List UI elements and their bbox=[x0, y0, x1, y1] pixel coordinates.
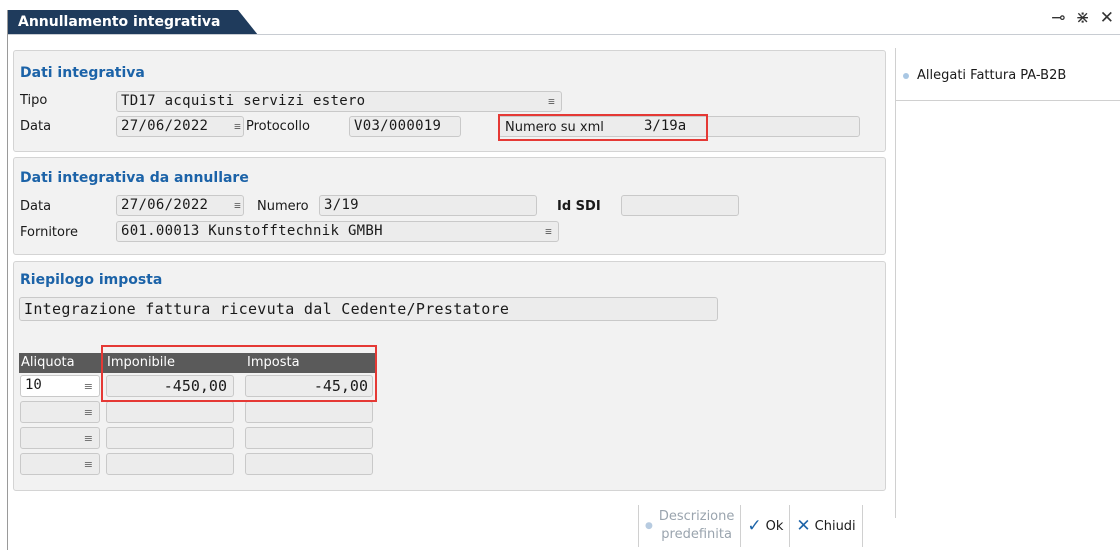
side-divider bbox=[895, 48, 896, 518]
descrizione-text: Descrizione predefinita bbox=[659, 508, 735, 544]
calendar-icon[interactable]: ≡ bbox=[234, 120, 241, 133]
aliquota-cell[interactable]: 10 ≡ bbox=[20, 375, 100, 397]
numero-xml-value: 3/19a bbox=[644, 118, 687, 134]
imponibile-cell[interactable] bbox=[106, 401, 234, 423]
chiudi-label: Chiudi bbox=[814, 518, 856, 534]
fornitore-value: 601.00013 Kunstofftechnik GMBH bbox=[121, 223, 383, 239]
expand-icon[interactable]: ⋇ bbox=[1076, 8, 1090, 28]
fornitore-combo[interactable]: 601.00013 Kunstofftechnik GMBH ≡ bbox=[116, 221, 559, 242]
window-title: Annullamento integrativa bbox=[8, 10, 258, 35]
dropdown-icon[interactable]: ≡ bbox=[84, 432, 93, 445]
idsdi-field[interactable] bbox=[621, 195, 739, 216]
tipo-combo[interactable]: TD17 acquisti servizi estero ≡ bbox=[116, 91, 562, 112]
col-aliquota: Aliquota bbox=[21, 355, 75, 370]
title-divider bbox=[8, 34, 1120, 35]
dati-annullare-title: Dati integrativa da annullare bbox=[20, 170, 249, 186]
ok-label: Ok bbox=[765, 518, 784, 534]
data-field[interactable]: 27/06/2022 ≡ bbox=[116, 116, 244, 137]
dropdown-icon[interactable]: ≡ bbox=[545, 225, 552, 238]
dropdown-icon[interactable]: ≡ bbox=[84, 380, 93, 393]
riepilogo-title: Riepilogo imposta bbox=[20, 272, 163, 288]
chiudi-button[interactable]: ✕ Chiudi bbox=[790, 505, 863, 547]
calendar-icon[interactable]: ≡ bbox=[234, 199, 241, 212]
imposta-cell[interactable] bbox=[245, 427, 373, 449]
check-icon: ✓ bbox=[747, 516, 762, 536]
imposta-cell[interactable] bbox=[245, 453, 373, 475]
close-icon[interactable]: ✕ bbox=[1100, 8, 1114, 28]
data-annullare-label: Data bbox=[20, 199, 52, 214]
window-controls: ⊸ ⋇ ✕ bbox=[1051, 8, 1114, 28]
dot-icon: ● bbox=[645, 521, 653, 531]
dropdown-icon[interactable]: ≡ bbox=[84, 406, 93, 419]
close-icon: ✕ bbox=[796, 516, 811, 536]
dati-integrativa-panel: Dati integrativa Tipo TD17 acquisti serv… bbox=[13, 50, 886, 152]
numero-xml-box[interactable]: Numero su xml 3/19a bbox=[498, 116, 860, 137]
col-imponibile: Imponibile bbox=[107, 355, 176, 370]
numero-label: Numero bbox=[257, 199, 309, 214]
bullet-icon bbox=[903, 72, 909, 79]
descrizione-line1: Descrizione bbox=[658, 509, 735, 524]
aliquota-value: 10 bbox=[25, 377, 42, 393]
protocollo-field[interactable]: V03/000019 bbox=[349, 116, 461, 137]
aliquota-cell[interactable]: ≡ bbox=[20, 401, 100, 423]
ok-button[interactable]: ✓ Ok bbox=[741, 505, 791, 547]
imponibile-cell[interactable] bbox=[106, 453, 234, 475]
dropdown-icon[interactable]: ≡ bbox=[548, 95, 555, 108]
data-value: 27/06/2022 bbox=[121, 118, 209, 134]
table-header: Aliquota Imponibile Imposta bbox=[19, 353, 375, 373]
data-annullare-field[interactable]: 27/06/2022 ≡ bbox=[116, 195, 244, 216]
imponibile-cell[interactable]: -450,00 bbox=[106, 375, 234, 397]
protocollo-label: Protocollo bbox=[246, 119, 310, 134]
imponibile-cell[interactable] bbox=[106, 427, 234, 449]
tipo-label: Tipo bbox=[20, 93, 48, 108]
dati-integrativa-title: Dati integrativa bbox=[20, 65, 145, 81]
tipo-value: TD17 acquisti servizi estero bbox=[121, 93, 366, 109]
imposta-cell[interactable]: -45,00 bbox=[245, 375, 373, 397]
numero-field[interactable]: 3/19 bbox=[319, 195, 537, 216]
data-annullare-value: 27/06/2022 bbox=[121, 197, 209, 213]
dati-annullare-panel: Dati integrativa da annullare Data 27/06… bbox=[13, 157, 886, 255]
side-line bbox=[895, 100, 1120, 101]
dropdown-icon[interactable]: ≡ bbox=[84, 458, 93, 471]
fornitore-label: Fornitore bbox=[20, 225, 79, 240]
window-border bbox=[7, 10, 8, 550]
col-imposta: Imposta bbox=[247, 355, 300, 370]
allegati-label: Allegati Fattura PA-B2B bbox=[917, 68, 1067, 83]
data-label: Data bbox=[20, 119, 52, 134]
allegati-item[interactable]: Allegati Fattura PA-B2B bbox=[903, 68, 1066, 83]
aliquota-cell[interactable]: ≡ bbox=[20, 453, 100, 475]
descrizione-line2: predefinita bbox=[661, 527, 732, 542]
imposta-value: -45,00 bbox=[313, 377, 368, 395]
aliquota-cell[interactable]: ≡ bbox=[20, 427, 100, 449]
idsdi-label: Id SDI bbox=[557, 199, 601, 214]
descrizione-field[interactable]: Integrazione fattura ricevuta dal Cedent… bbox=[19, 297, 718, 321]
action-bar: ● Descrizione predefinita ✓ Ok ✕ Chiudi bbox=[638, 505, 863, 547]
imposta-cell[interactable] bbox=[245, 401, 373, 423]
descrizione-predefinita-button[interactable]: ● Descrizione predefinita bbox=[639, 505, 742, 547]
pin-icon[interactable]: ⊸ bbox=[1051, 8, 1065, 28]
numero-xml-label: Numero su xml bbox=[505, 120, 604, 135]
riepilogo-panel: Riepilogo imposta Integrazione fattura r… bbox=[13, 261, 886, 491]
imponibile-value: -450,00 bbox=[163, 377, 227, 395]
